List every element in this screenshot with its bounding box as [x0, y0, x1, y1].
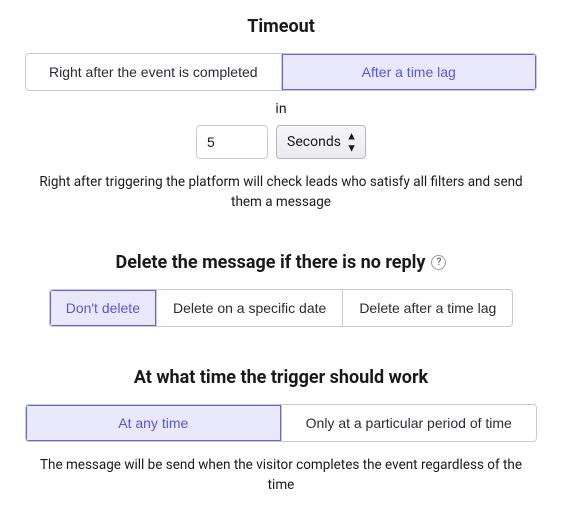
section-delete-message: Delete the message if there is no reply …: [25, 252, 537, 327]
caption-trigger-time: The message will be send when the visito…: [26, 456, 536, 495]
opt-trigger-anytime[interactable]: At any time: [26, 405, 281, 441]
heading-trigger-time: At what time the trigger should work: [25, 367, 537, 388]
segmented-delete: Don't delete Delete on a specific date D…: [49, 289, 514, 327]
segmented-delete-wrap: Don't delete Delete on a specific date D…: [25, 289, 537, 327]
caption-timeout: Right after triggering the platform will…: [26, 173, 536, 212]
opt-trigger-period[interactable]: Only at a particular period of time: [281, 405, 537, 441]
opt-delete-none[interactable]: Don't delete: [50, 290, 156, 326]
select-delay-unit[interactable]: Seconds ▲▼: [276, 125, 366, 159]
help-icon[interactable]: ?: [431, 255, 446, 270]
heading-delete-message-row: Delete the message if there is no reply …: [25, 252, 537, 273]
segmented-trigger-time: At any time Only at a particular period …: [25, 404, 537, 442]
segmented-timeout: Right after the event is completed After…: [25, 53, 537, 91]
opt-delete-lag[interactable]: Delete after a time lag: [342, 290, 512, 326]
opt-delete-date[interactable]: Delete on a specific date: [156, 290, 342, 326]
select-delay-unit-label: Seconds: [287, 134, 341, 150]
opt-timeout-lag[interactable]: After a time lag: [281, 54, 537, 90]
chevron-updown-icon: ▲▼: [346, 131, 357, 154]
heading-delete-message: Delete the message if there is no reply: [116, 252, 426, 273]
opt-timeout-immediate[interactable]: Right after the event is completed: [26, 54, 281, 90]
section-timeout: Timeout Right after the event is complet…: [25, 16, 537, 212]
heading-timeout: Timeout: [25, 16, 537, 37]
input-delay-value[interactable]: [196, 125, 268, 159]
section-trigger-time: At what time the trigger should work At …: [25, 367, 537, 495]
row-delay: Seconds ▲▼: [25, 125, 537, 159]
label-in: in: [25, 101, 537, 117]
